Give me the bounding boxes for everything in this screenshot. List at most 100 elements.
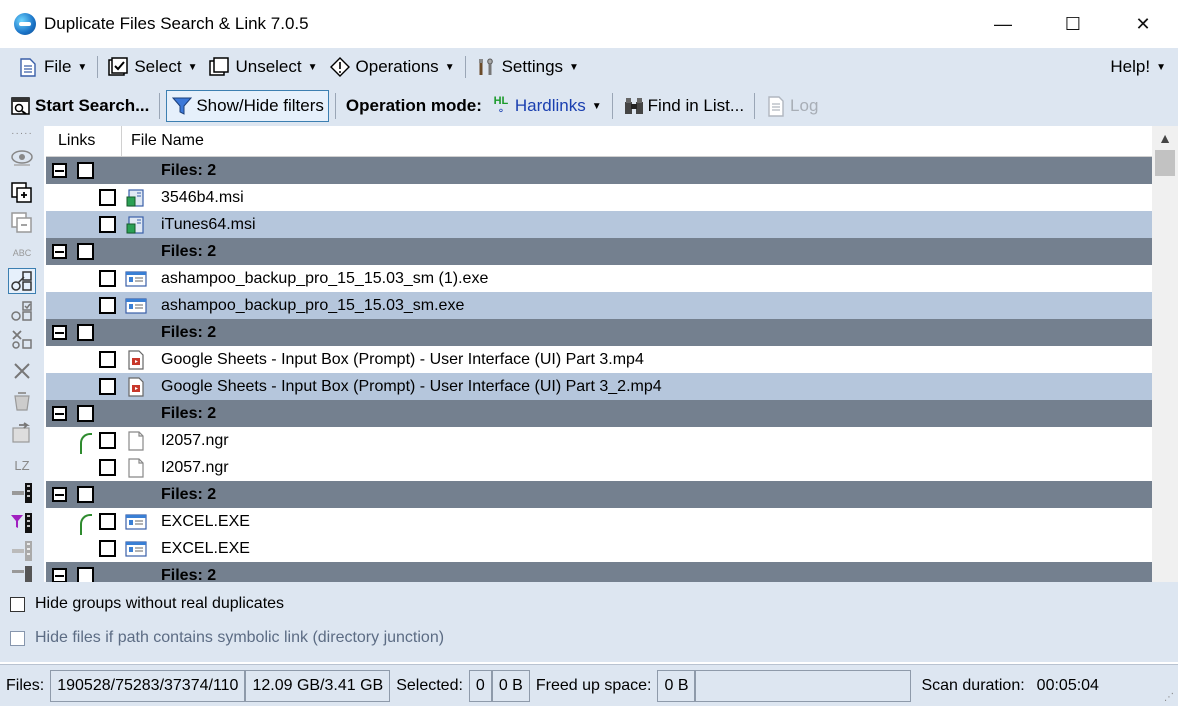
menu-operations-label: Operations <box>355 57 439 76</box>
eye-icon[interactable] <box>8 146 36 172</box>
add-copy-icon[interactable] <box>8 180 36 206</box>
video-icon <box>125 376 147 398</box>
window-controls: — ☐ ✕ <box>968 0 1178 48</box>
show-hide-filters-button[interactable]: Show/Hide filters <box>166 90 329 122</box>
menu-bar: File ▼ Select ▼ Unselect ▼ Operations ▼ Sett… <box>0 48 1178 86</box>
file-checkbox[interactable] <box>99 216 116 233</box>
vertical-scrollbar[interactable]: ▲ <box>1152 126 1178 582</box>
file-checkbox[interactable] <box>99 540 116 557</box>
recycle-icon[interactable] <box>8 388 36 414</box>
file-row[interactable]: I2057.ngr <box>46 427 1152 481</box>
operation-mode-dropdown[interactable]: HL ⚬ Hardlinks ▼ <box>486 90 606 122</box>
file-checkbox[interactable] <box>99 270 116 287</box>
file-row[interactable]: EXCEL.EXE <box>46 508 1152 562</box>
collapse-icon[interactable] <box>52 568 67 582</box>
operation-mode-value: Hardlinks <box>514 96 586 115</box>
file-row[interactable]: Google Sheets - Input Box (Prompt) - Use… <box>46 373 1152 400</box>
group-row[interactable]: Files: 2 <box>46 400 1152 427</box>
link-compare-icon[interactable] <box>8 268 36 294</box>
column-header-file-name[interactable]: File Name <box>122 132 204 150</box>
group-checkbox[interactable] <box>77 162 94 179</box>
selected-count: 0 <box>468 669 492 702</box>
file-row[interactable]: Google Sheets - Input Box (Prompt) - Use… <box>46 346 1152 373</box>
collapse-icon[interactable] <box>52 163 67 178</box>
file-checkbox[interactable] <box>99 378 116 395</box>
chevron-down-icon: ▼ <box>444 61 455 73</box>
group-checkbox[interactable] <box>77 405 94 422</box>
collapse-icon[interactable] <box>52 406 67 421</box>
file-name: iTunes64.msi <box>161 215 256 233</box>
window-title: Duplicate Files Search & Link 7.0.5 <box>44 14 309 33</box>
start-search-button[interactable]: Start Search... <box>6 90 153 122</box>
file-row[interactable]: 3546b4.msi <box>46 184 1152 211</box>
group-checkbox[interactable] <box>77 243 94 260</box>
toolbar-separator <box>334 93 336 119</box>
group-row[interactable]: Files: 2 <box>46 238 1152 265</box>
collapse-icon[interactable] <box>52 244 67 259</box>
group-checkbox[interactable] <box>77 567 94 582</box>
hide-symlink-option[interactable]: Hide files if path contains symbolic lin… <box>10 629 444 647</box>
collapse-icon[interactable] <box>52 487 67 502</box>
lz-icon[interactable]: LZ <box>8 452 36 478</box>
group-row[interactable]: Files: 2 <box>46 481 1152 508</box>
duplicates-tree[interactable]: Links File Name Files: 2 3546b4.msi iTunes… <box>46 126 1152 582</box>
maximize-button[interactable]: ☐ <box>1038 0 1108 48</box>
scroll-thumb[interactable] <box>1155 150 1175 176</box>
remove-copy-icon[interactable] <box>8 210 36 236</box>
log-label: Log <box>790 96 819 115</box>
group-row[interactable]: Files: 2 <box>46 319 1152 346</box>
msi-icon <box>125 214 147 236</box>
file-name: Google Sheets - Input Box (Prompt) - Use… <box>161 350 644 368</box>
file-icon <box>18 57 38 77</box>
column-alt-icon[interactable] <box>8 538 36 564</box>
menu-help[interactable]: Help! ▼ <box>1104 52 1172 82</box>
minimize-button[interactable]: — <box>968 0 1038 48</box>
hide-groups-option[interactable]: Hide groups without real duplicates <box>10 595 284 613</box>
find-in-list-button[interactable]: Find in List... <box>619 90 748 122</box>
hide-symlink-checkbox[interactable] <box>10 630 25 646</box>
menu-operations[interactable]: Operations ▼ <box>324 52 461 82</box>
file-checkbox[interactable] <box>99 351 116 368</box>
group-checkbox[interactable] <box>77 324 94 341</box>
menu-file[interactable]: File ▼ <box>12 52 93 82</box>
scroll-up-icon[interactable]: ▲ <box>1152 126 1178 150</box>
file-checkbox[interactable] <box>99 513 116 530</box>
file-row[interactable]: ashampoo_backup_pro_15_15.03_sm.exe <box>46 292 1152 319</box>
file-row[interactable]: ashampoo_backup_pro_15_15.03_sm (1).exe <box>46 265 1152 292</box>
hide-groups-checkbox[interactable] <box>10 596 25 612</box>
resize-grip-icon[interactable]: ⋰ <box>1164 692 1174 703</box>
menu-select[interactable]: Select ▼ <box>102 52 203 82</box>
link-cross-icon[interactable] <box>8 326 36 352</box>
file-row[interactable]: iTunes64.msi <box>46 211 1152 238</box>
menu-unselect[interactable]: Unselect ▼ <box>203 52 323 82</box>
file-name: Google Sheets - Input Box (Prompt) - Use… <box>161 377 662 395</box>
collapse-icon[interactable] <box>52 325 67 340</box>
link-check-icon[interactable] <box>8 298 36 324</box>
file-row[interactable]: I2057.ngr <box>46 454 1152 481</box>
file-checkbox[interactable] <box>99 189 116 206</box>
abc-icon[interactable]: ABC <box>8 240 36 266</box>
menu-separator <box>97 56 99 78</box>
group-label: Files: 2 <box>161 404 217 422</box>
menu-settings[interactable]: Settings ▼ <box>470 52 585 82</box>
file-row[interactable]: EXCEL.EXE <box>46 535 1152 562</box>
column-extra-icon[interactable] <box>8 566 36 582</box>
rows-container: Files: 2 3546b4.msi iTunes64.msi Files: 2 as… <box>46 157 1152 582</box>
file-checkbox[interactable] <box>99 432 116 449</box>
move-icon[interactable] <box>8 420 36 446</box>
column-icon[interactable] <box>8 480 36 506</box>
group-row[interactable]: Files: 2 <box>46 157 1152 184</box>
file-checkbox[interactable] <box>99 459 116 476</box>
group-row[interactable]: Files: 2 <box>46 562 1152 582</box>
status-bar: Files: 190528/75283/37374/110 12.09 GB/3… <box>0 664 1178 706</box>
chevron-down-icon: ▼ <box>569 61 579 73</box>
group-checkbox[interactable] <box>77 486 94 503</box>
file-checkbox[interactable] <box>99 297 116 314</box>
log-button[interactable]: Log <box>761 90 822 122</box>
close-button[interactable]: ✕ <box>1108 0 1178 48</box>
title-bar: Duplicate Files Search & Link 7.0.5 — ☐ … <box>0 0 1178 48</box>
filter-column-icon[interactable] <box>8 510 36 536</box>
file-name: EXCEL.EXE <box>161 512 250 530</box>
delete-icon[interactable] <box>8 358 36 384</box>
column-header-links[interactable]: Links <box>46 126 122 157</box>
